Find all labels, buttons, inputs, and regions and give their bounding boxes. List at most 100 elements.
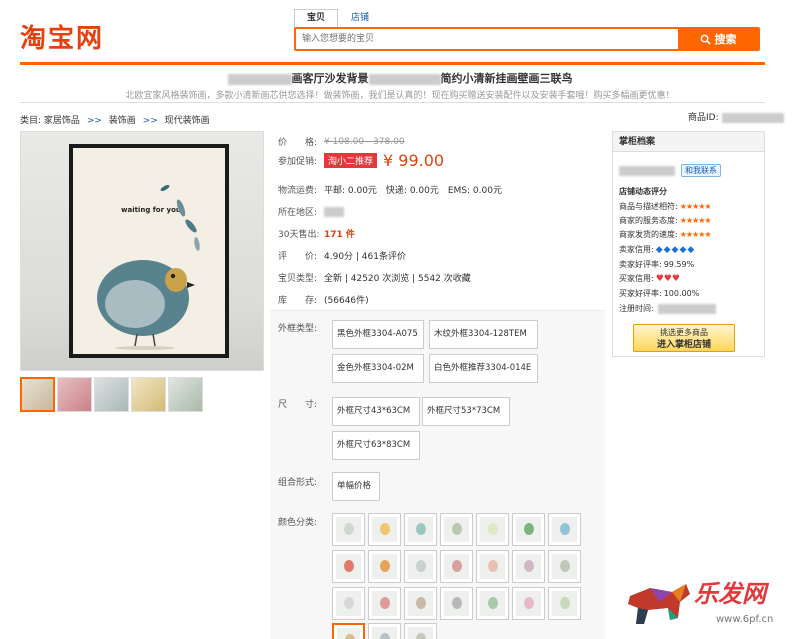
- thumbnail[interactable]: [131, 377, 166, 412]
- color-swatch[interactable]: [368, 513, 401, 546]
- color-swatch[interactable]: [512, 550, 545, 583]
- shop-rating-title: 店铺动态评分: [619, 187, 667, 196]
- color-swatch[interactable]: [476, 587, 509, 620]
- heart-icons: ♥♥♥: [655, 273, 680, 284]
- color-swatch[interactable]: [476, 513, 509, 546]
- price-label: 价 格:: [278, 138, 318, 148]
- promo-row: 参加促销: 淘小二推荐 ¥ 99.00: [278, 151, 444, 170]
- rating-speed-label: 商家发货的速度:: [619, 230, 678, 239]
- breadcrumb-separator: >>: [86, 116, 102, 126]
- size-option[interactable]: 外框尺寸43*63CM: [332, 397, 420, 426]
- stock-value: (56646件): [324, 296, 369, 306]
- thumbnail[interactable]: [20, 377, 55, 412]
- color-swatch[interactable]: [440, 513, 473, 546]
- shipping-value: 平邮: 0.00元 快递: 0.00元 EMS: 0.00元: [324, 186, 502, 196]
- promo-label: 参加促销:: [278, 157, 318, 167]
- seller-rate-value: 99.59%: [663, 260, 695, 269]
- breadcrumb-item[interactable]: 现代装饰画: [165, 116, 210, 126]
- enter-shop-button[interactable]: 挑选更多商品 进入掌柜店铺: [633, 324, 735, 352]
- promo-badge: 淘小二推荐: [324, 153, 378, 168]
- star-icons: ★★★★★: [679, 202, 712, 211]
- main-product-image[interactable]: waiting for you: [20, 131, 264, 371]
- type-value: 全新 | 42520 次浏览 | 5542 次收藏: [324, 274, 471, 284]
- color-swatch[interactable]: [512, 513, 545, 546]
- color-swatch-selected[interactable]: [332, 623, 365, 639]
- color-swatch[interactable]: [548, 550, 581, 583]
- color-swatch[interactable]: [332, 587, 365, 620]
- size-label: 尺 寸:: [278, 400, 318, 410]
- blurred-text: [368, 73, 441, 85]
- color-swatch[interactable]: [440, 587, 473, 620]
- color-swatch[interactable]: [368, 550, 401, 583]
- color-swatch[interactable]: [368, 623, 401, 639]
- color-swatch[interactable]: [548, 513, 581, 546]
- frame-type-label: 外框类型:: [278, 324, 318, 334]
- color-swatch[interactable]: [404, 550, 437, 583]
- product-title: 画客厅沙发背景 简约小清新挂画壁画三联鸟: [0, 70, 800, 86]
- sold-row: 30天售出: 171 件: [278, 227, 355, 240]
- size-option[interactable]: 外框尺寸63*83CM: [332, 431, 420, 460]
- item-id: 商品ID:: [688, 110, 784, 123]
- sold-count: 171 件: [324, 230, 355, 240]
- color-swatch[interactable]: [548, 587, 581, 620]
- taobao-logo[interactable]: 淘宝网: [20, 18, 104, 55]
- combo-option[interactable]: 单幅价格: [332, 472, 380, 501]
- reg-time-row: 注册时间:: [619, 303, 716, 314]
- location-row: 所在地区:: [278, 205, 344, 218]
- breadcrumb-item[interactable]: 装饰画: [109, 116, 136, 126]
- enter-shop-bottom: 进入掌柜店铺: [656, 340, 711, 350]
- thumbnail[interactable]: [57, 377, 92, 412]
- thumbnail[interactable]: [168, 377, 203, 412]
- frame-option[interactable]: 木纹外框3304-128TEM: [429, 320, 538, 349]
- seller-rate-row: 卖家好评率: 99.59%: [619, 259, 694, 270]
- buyer-rate-row: 买家好评率: 100.00%: [619, 288, 699, 299]
- sku-selector: 外框类型: 黑色外框3304-A075 木纹外框3304-128TEM 金色外框…: [270, 310, 605, 639]
- rating-service-label: 商家的服务态度:: [619, 216, 678, 225]
- frame-option[interactable]: 黑色外框3304-A075: [332, 320, 424, 349]
- rating-desc-row: 商品与描述相符: ★★★★★: [619, 201, 712, 212]
- watermark-text: 乐发网: [694, 579, 766, 608]
- rating-desc-label: 商品与描述相符:: [619, 202, 678, 211]
- seller-name-row: 和我联系: [619, 164, 721, 177]
- watermark-url: www.6pf.cn: [716, 614, 774, 625]
- search-button[interactable]: 搜索: [678, 29, 758, 49]
- color-swatch[interactable]: [404, 513, 437, 546]
- promo-price: ¥ 99.00: [383, 151, 445, 170]
- shipping-label: 物流运费:: [278, 186, 318, 196]
- color-swatch[interactable]: [512, 587, 545, 620]
- color-label: 颜色分类:: [278, 518, 318, 528]
- contact-seller-button[interactable]: 和我联系: [681, 164, 721, 177]
- thumbnail[interactable]: [94, 377, 129, 412]
- size-option[interactable]: 外框尺寸53*73CM: [422, 397, 510, 426]
- tab-shop[interactable]: 店铺: [338, 9, 382, 27]
- color-swatch[interactable]: [368, 587, 401, 620]
- tab-item[interactable]: 宝贝: [294, 9, 339, 27]
- thumbnail-strip: [20, 377, 203, 412]
- artwork: waiting for you: [73, 148, 225, 354]
- type-label: 宝贝类型:: [278, 274, 318, 284]
- rating-speed-row: 商家发货的速度: ★★★★★: [619, 229, 712, 240]
- rating-value[interactable]: 4.90分 | 461条评价: [324, 249, 406, 262]
- type-row: 宝贝类型: 全新 | 42520 次浏览 | 5542 次收藏: [278, 271, 471, 284]
- color-swatch[interactable]: [440, 550, 473, 583]
- frame-option[interactable]: 白色外框推荐3304-014E: [429, 354, 538, 383]
- search-box: 搜索: [294, 27, 760, 51]
- rating-row: 评 价: 4.90分 | 461条评价: [278, 249, 406, 262]
- color-swatch[interactable]: [332, 513, 365, 546]
- blurred-text: [324, 206, 344, 217]
- product-subtitle: 北欧宜家风格装饰画，多款小清新画芯供您选择！做装饰画，我们是认真的！现在购买赠送…: [125, 91, 675, 101]
- search-input[interactable]: [296, 29, 678, 49]
- breadcrumb-item[interactable]: 家居饰品: [44, 116, 80, 126]
- seller-rate-label: 卖家好评率:: [619, 260, 662, 269]
- frame-option[interactable]: 金色外框3304-02M: [332, 354, 424, 383]
- color-swatch[interactable]: [404, 587, 437, 620]
- color-swatch[interactable]: [476, 550, 509, 583]
- color-swatch[interactable]: [332, 550, 365, 583]
- color-swatch[interactable]: [404, 623, 437, 639]
- breadcrumb: 类目: 家居饰品 >> 装饰画 >> 现代装饰画: [20, 113, 210, 126]
- buyer-credit-label: 买家信用:: [619, 274, 654, 283]
- search-tabs: 宝贝 店铺: [294, 9, 382, 27]
- search-button-label: 搜索: [714, 33, 737, 46]
- stock-label: 库 存:: [278, 296, 318, 306]
- seller-credit-row: 卖家信用: ◆◆◆◆◆: [619, 244, 695, 255]
